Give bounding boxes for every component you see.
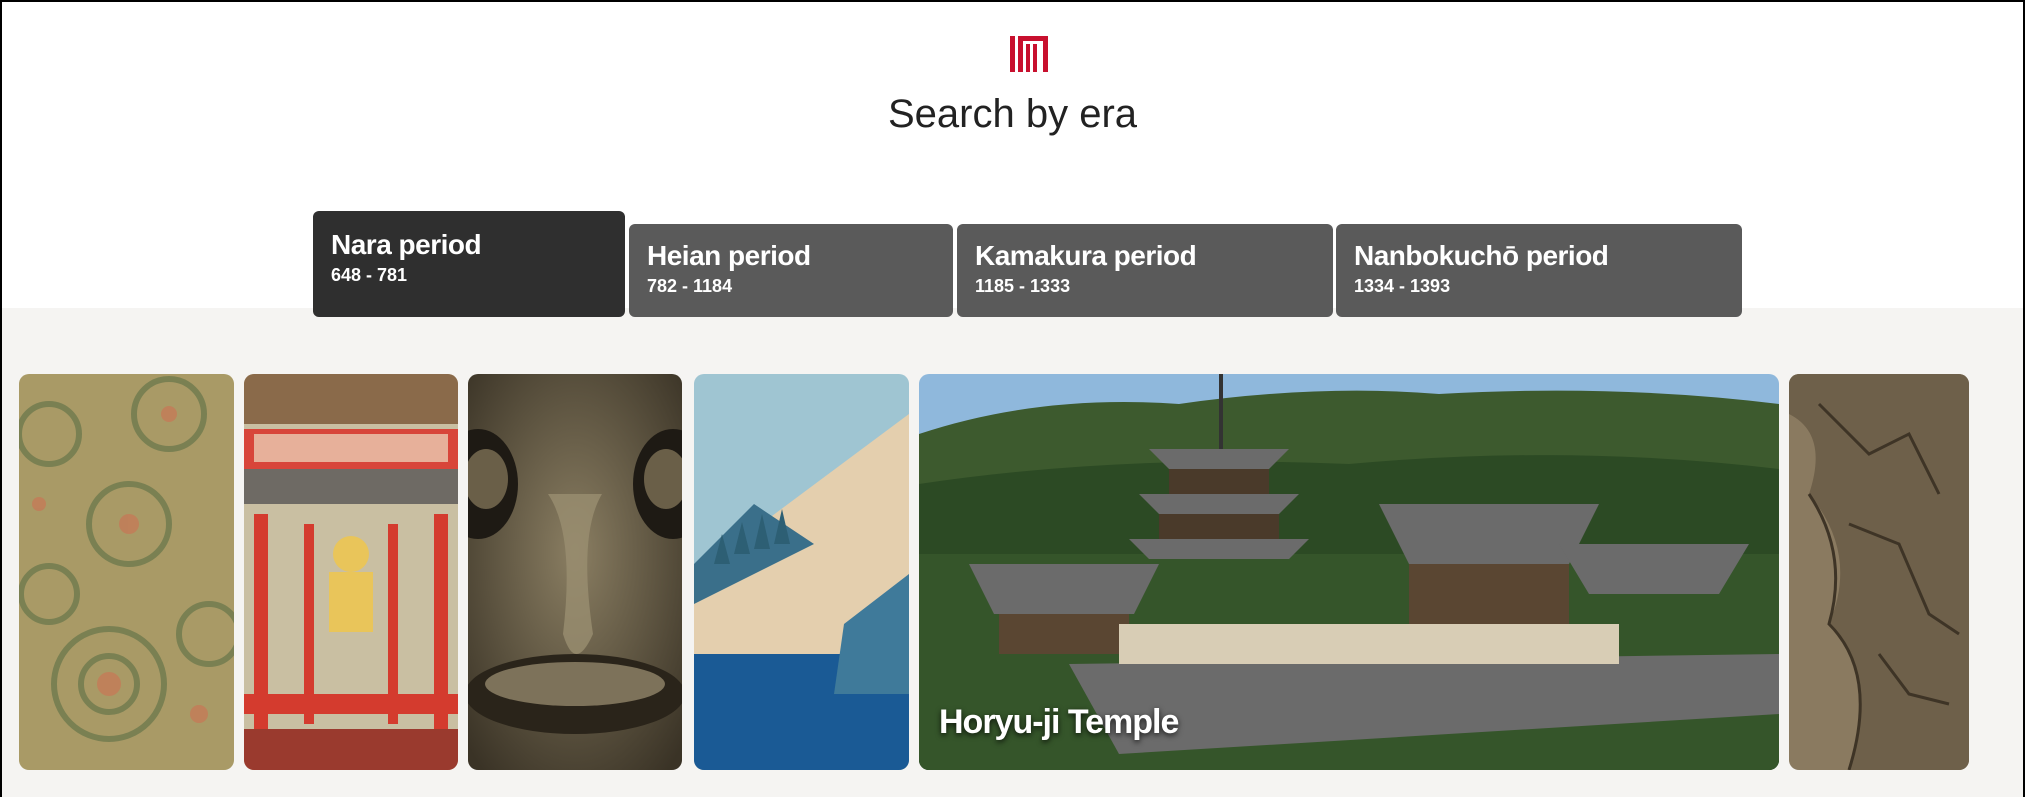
tab-label: Heian period — [647, 240, 811, 271]
tab-label: Nara period — [331, 229, 482, 260]
tab-nara-period[interactable]: Nara period 648 - 781 — [313, 211, 625, 317]
map-fragment-image — [1789, 374, 1969, 770]
tab-years: 1334 - 1393 — [1354, 276, 1451, 296]
gallery-card-mask[interactable] — [468, 374, 682, 770]
landscape-painting-image — [694, 374, 909, 770]
gallery-card-landscape[interactable] — [694, 374, 909, 770]
museum-logo-icon[interactable] — [1008, 32, 1050, 74]
gallery-card-painting[interactable] — [244, 374, 458, 770]
tab-label: Nanbokuchō period — [1354, 240, 1609, 271]
tab-label: Kamakura period — [975, 240, 1197, 271]
gallery-card-map[interactable] — [1789, 374, 1969, 770]
tab-years: 782 - 1184 — [647, 276, 733, 296]
textile-pattern-image — [19, 374, 234, 770]
buddhist-painting-image — [244, 374, 458, 770]
tab-years: 648 - 781 — [331, 265, 408, 285]
gallery-card-temple[interactable]: Horyu-ji Temple — [919, 374, 1779, 770]
bronze-mask-image — [468, 374, 682, 770]
page-title: Search by era — [887, 92, 1138, 136]
tab-years: 1185 - 1333 — [975, 276, 1071, 296]
tab-heian-period[interactable]: Heian period 782 - 1184 — [629, 224, 953, 317]
gallery-card-textile[interactable] — [19, 374, 234, 770]
tab-nanbokucho-period[interactable]: Nanbokuchō period 1334 - 1393 — [1336, 224, 1742, 317]
tab-kamakura-period[interactable]: Kamakura period 1185 - 1333 — [957, 224, 1333, 317]
page-frame: Search by era Nara period 648 - 781 Heia… — [0, 0, 2025, 797]
card-caption: Horyu-ji Temple — [939, 703, 1179, 741]
